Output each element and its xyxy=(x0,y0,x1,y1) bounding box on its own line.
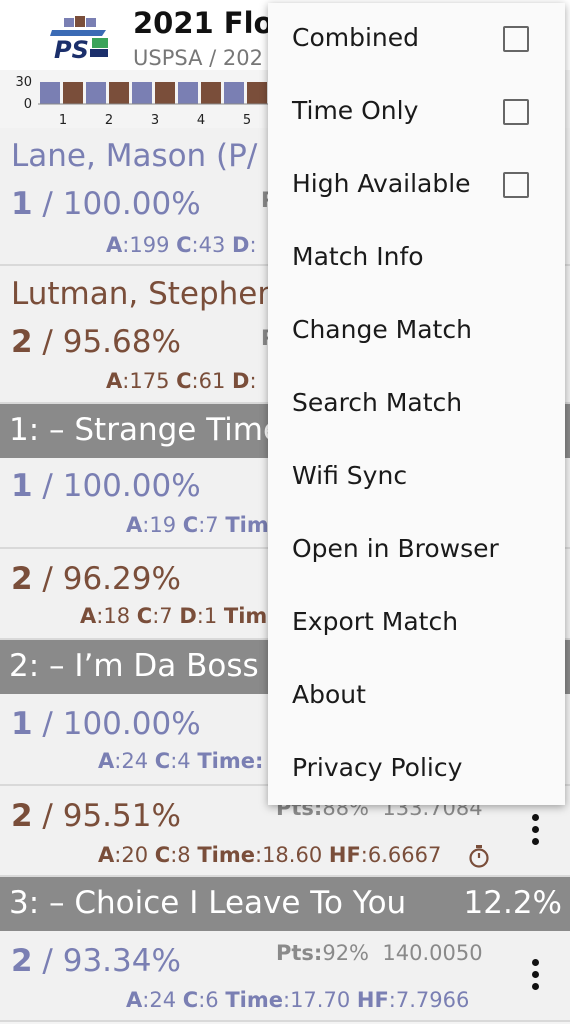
chart-ytick-label: 0 xyxy=(24,97,32,112)
stage-hit-stats: A:19 C:7 Tim xyxy=(126,513,269,537)
stage-place-percent: 2 / 96.29% xyxy=(11,561,181,597)
chart-xtick-label: 4 xyxy=(197,113,205,128)
stage-title: 2: – I’m Da Boss xyxy=(9,648,259,684)
overflow-menu: Combined Time Only High Available Match Inf… xyxy=(268,3,565,805)
stage-title: 3: – Choice I Leave To You xyxy=(9,885,407,921)
menu-item-about[interactable]: About xyxy=(268,660,565,733)
chart-bar xyxy=(155,82,175,104)
stage-hit-stats: A:24 C:4 Time: xyxy=(98,749,264,773)
chart-bar xyxy=(178,82,198,104)
stage-hit-stats: A:18 C:7 D:1 Tim xyxy=(80,604,268,628)
menu-item-wifi-sync[interactable]: Wifi Sync xyxy=(268,441,565,514)
chart-bar xyxy=(86,82,106,104)
chart-bar xyxy=(63,82,83,104)
row-menu-icon[interactable] xyxy=(532,814,540,850)
menu-item-label: About xyxy=(292,680,366,709)
shooter-place-percent: 1 / 100.00% xyxy=(11,186,201,222)
shooter-name: Lane, Mason (P/ xyxy=(11,138,258,174)
stage-title: 1: – Strange Time xyxy=(9,412,283,448)
stage-points: Pts:92% 140.0050 xyxy=(276,941,483,965)
menu-item-open-in-browser[interactable]: Open in Browser xyxy=(268,514,565,587)
stage-place-percent: 1 / 100.00% xyxy=(11,468,201,504)
svg-text:PS: PS xyxy=(54,36,89,62)
menu-item-label: Combined xyxy=(292,23,420,52)
menu-item-label: Time Only xyxy=(292,96,419,125)
shooter-hit-stats: A:175 C:61 D: xyxy=(106,369,257,393)
row-menu-icon[interactable] xyxy=(532,959,540,995)
menu-item-match-info[interactable]: Match Info xyxy=(268,222,565,295)
menu-item-export-match[interactable]: Export Match xyxy=(268,587,565,660)
menu-item-change-match[interactable]: Change Match xyxy=(268,295,565,368)
checkbox[interactable] xyxy=(503,99,529,125)
menu-item-label: Search Match xyxy=(292,388,463,417)
stopwatch-icon xyxy=(468,844,490,872)
checkbox[interactable] xyxy=(503,26,529,52)
menu-item-label: Export Match xyxy=(292,607,459,636)
stage-place-percent: 1 / 100.00% xyxy=(11,706,201,742)
chart-bar xyxy=(247,82,267,104)
stage-percent: 12.2% xyxy=(463,885,562,921)
chart-bar xyxy=(201,82,221,104)
stage-place-percent: 2 / 93.34% xyxy=(11,943,181,979)
menu-item-label: Change Match xyxy=(292,315,472,344)
match-subtitle: USPSA / 202 xyxy=(133,46,263,70)
menu-item-high-available[interactable]: High Available xyxy=(268,149,565,222)
menu-item-combined[interactable]: Combined xyxy=(268,3,565,76)
menu-item-time-only[interactable]: Time Only xyxy=(268,76,565,149)
chart-xtick-label: 1 xyxy=(59,113,67,128)
chart-bar xyxy=(224,82,244,104)
chart-bar xyxy=(109,82,129,104)
stage-hit-stats: A:20 C:8 Time:18.60 HF:6.6667 xyxy=(98,843,442,867)
shooter-name: Lutman, Stephen xyxy=(11,276,278,312)
checkbox[interactable] xyxy=(503,172,529,198)
stage-hit-stats: A:24 C:6 Time:17.70 HF:7.7966 xyxy=(126,988,470,1012)
chart-ytick-label: 30 xyxy=(15,75,32,90)
stage-place-percent: 2 / 95.51% xyxy=(11,798,181,834)
chart-xtick-label: 3 xyxy=(151,113,159,128)
menu-item-label: Match Info xyxy=(292,242,424,271)
stage-header[interactable]: 3: – Choice I Leave To You 12.2% xyxy=(0,877,570,931)
menu-item-label: Wifi Sync xyxy=(292,461,408,490)
shooter-hit-stats: A:199 C:43 D: xyxy=(106,233,257,257)
uspsa-logo-icon: PS xyxy=(46,16,112,64)
chart-bar xyxy=(132,82,152,104)
menu-item-label: High Available xyxy=(292,169,471,198)
stage-result-row[interactable]: 2 / 93.34% Pts:92% 140.0050 A:24 C:6 Tim… xyxy=(0,931,570,1022)
menu-item-search-match[interactable]: Search Match xyxy=(268,368,565,441)
shooter-place-percent: 2 / 95.68% xyxy=(11,324,181,360)
menu-item-label: Open in Browser xyxy=(292,534,499,563)
chart-xtick-label: 5 xyxy=(243,113,251,128)
menu-item-label: Privacy Policy xyxy=(292,753,463,782)
chart-xtick-label: 2 xyxy=(105,113,113,128)
menu-item-privacy-policy[interactable]: Privacy Policy xyxy=(268,733,565,806)
chart-bar xyxy=(40,82,60,104)
